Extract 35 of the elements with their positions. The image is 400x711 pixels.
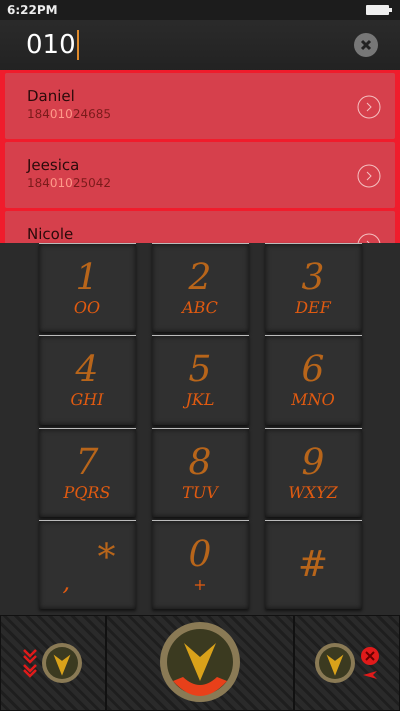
contact-row[interactable]: Nicole [5, 211, 395, 243]
contact-number: 18401025042 [27, 176, 112, 190]
dial-key[interactable]: 4 GHI [38, 335, 136, 424]
battery-icon [366, 4, 392, 16]
chevron-circle-icon [357, 95, 381, 119]
dial-key[interactable]: # [264, 520, 362, 609]
dial-key[interactable]: 6 MNO [264, 335, 362, 424]
dragon-phone-icon [159, 620, 241, 702]
dial-key[interactable]: 0 + [152, 520, 248, 609]
collapse-button[interactable] [23, 642, 83, 684]
dragon-emblem-icon [41, 642, 83, 684]
clear-button[interactable] [354, 33, 378, 57]
dragon-emblem-icon [314, 642, 356, 684]
dial-key[interactable]: * , [38, 520, 136, 609]
contact-number: 18401024685 [27, 107, 112, 121]
close-icon [360, 39, 372, 51]
contact-name: Daniel [27, 87, 76, 105]
delete-button[interactable] [314, 642, 380, 684]
dial-input-field[interactable]: 010 [26, 30, 79, 60]
dial-key[interactable]: 7 PQRS [38, 428, 136, 517]
contact-name: Nicole [27, 225, 74, 243]
dial-key[interactable]: 3 DEF [264, 243, 362, 332]
contact-name: Jeesica [27, 156, 80, 174]
dial-key[interactable]: 8 TUV [152, 428, 248, 517]
status-time: 6:22PM [7, 3, 58, 17]
dial-key[interactable]: 2 ABC [152, 243, 248, 332]
dial-key[interactable]: 5 JKL [152, 335, 248, 424]
cross-circle-icon [360, 646, 380, 666]
chevron-circle-icon [357, 164, 381, 188]
contact-row[interactable]: Daniel 18401024685 [5, 73, 395, 139]
contact-row[interactable]: Jeesica 18401025042 [5, 142, 395, 208]
dial-key[interactable]: 1 OO [38, 243, 136, 332]
double-chevron-down-icon [23, 648, 37, 678]
arrow-left-icon [362, 670, 378, 680]
dial-key[interactable]: 9 WXYZ [264, 428, 362, 517]
